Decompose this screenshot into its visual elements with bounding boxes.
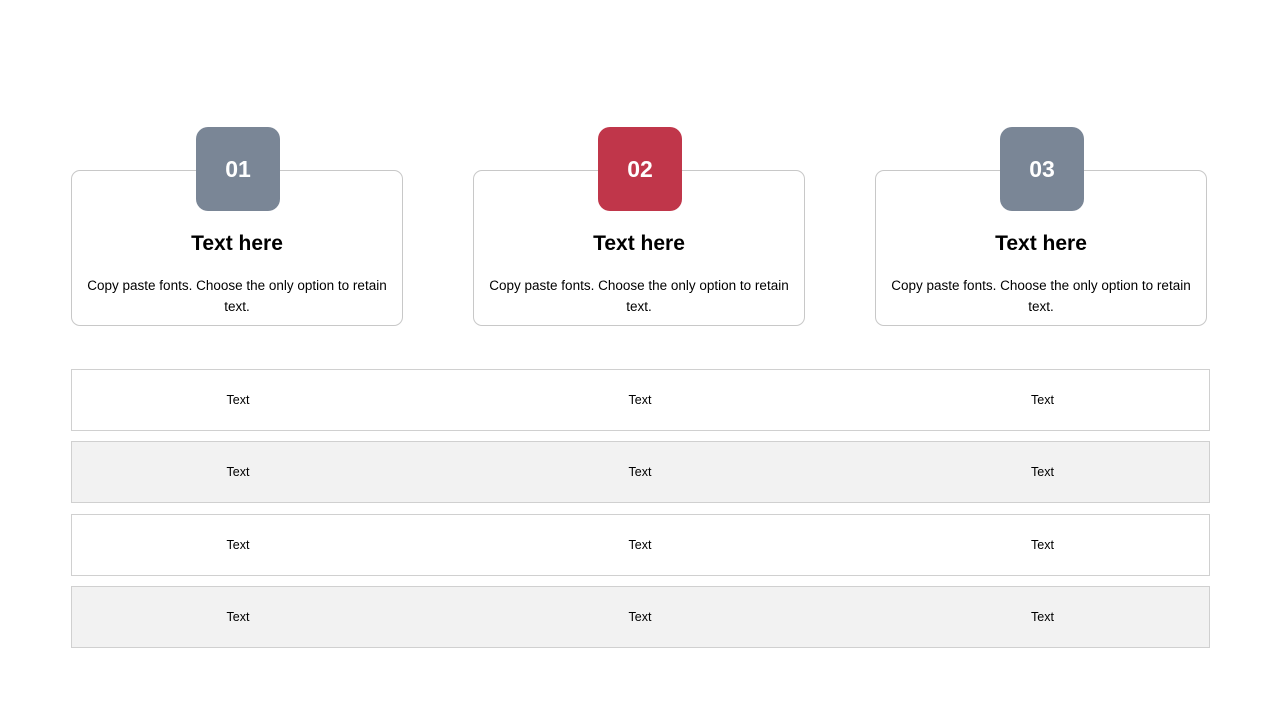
table-cell: Text xyxy=(226,610,250,624)
card-number-badge: 02 xyxy=(598,127,682,211)
card-description: Copy paste fonts. Choose the only option… xyxy=(87,278,387,314)
card-description: Copy paste fonts. Choose the only option… xyxy=(891,278,1191,314)
card-number-badge: 03 xyxy=(1000,127,1084,211)
table-cell: Text xyxy=(226,393,250,407)
table-cell: Text xyxy=(1031,465,1054,479)
card-title: Text here xyxy=(593,232,685,255)
card-number-badge: 01 xyxy=(196,127,280,211)
table-cell: Text xyxy=(1031,610,1054,624)
table-cell: Text xyxy=(226,538,250,552)
table-cell: Text xyxy=(628,538,652,552)
table-row: Text Text Text xyxy=(71,586,1210,648)
table-row: Text Text Text xyxy=(71,441,1210,503)
table-cell: Text xyxy=(628,465,652,479)
table-cell: Text xyxy=(628,393,652,407)
table-cell: Text xyxy=(628,610,652,624)
table-row: Text Text Text xyxy=(71,369,1210,431)
table-cell: Text xyxy=(226,465,250,479)
card-description: Copy paste fonts. Choose the only option… xyxy=(489,278,789,314)
card-title: Text here xyxy=(995,232,1087,255)
table-row: Text Text Text xyxy=(71,514,1210,576)
card-title: Text here xyxy=(191,232,283,255)
table-cell: Text xyxy=(1031,538,1054,552)
table-cell: Text xyxy=(1031,393,1054,407)
